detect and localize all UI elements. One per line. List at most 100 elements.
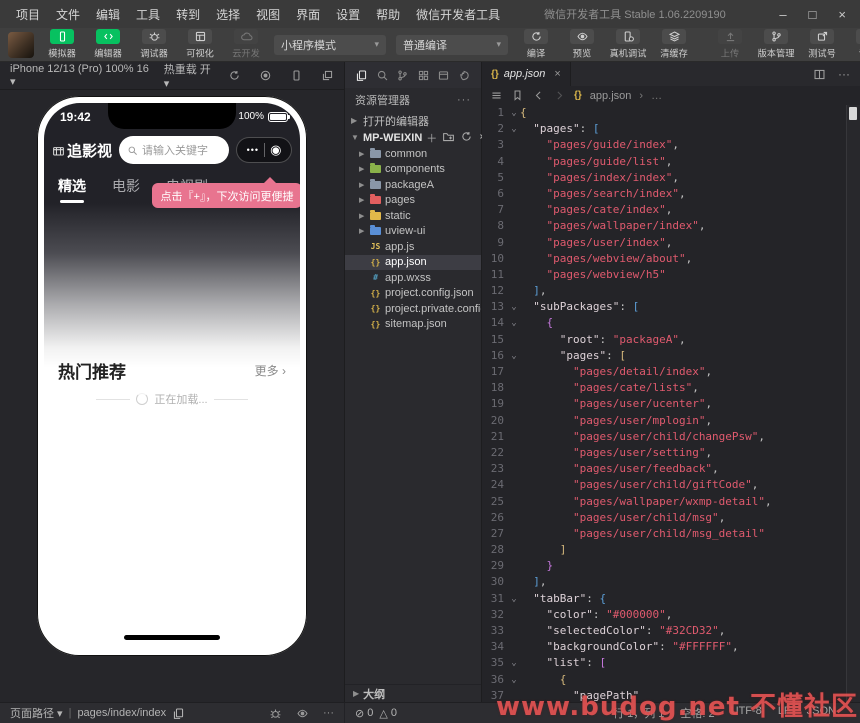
minimize-button[interactable]: – <box>779 7 786 22</box>
tree-item-sitemap.json[interactable]: {} sitemap.json <box>345 317 481 333</box>
tree-item-common[interactable]: ▶ common <box>345 146 481 162</box>
more-dots-icon[interactable]: ··· <box>323 707 334 720</box>
menu-9[interactable]: 设置 <box>328 6 368 23</box>
menu-7[interactable]: 视图 <box>248 6 288 23</box>
编译-button[interactable]: 编译 <box>518 29 554 60</box>
menu-6[interactable]: 选择 <box>208 6 248 23</box>
split-editor-icon[interactable] <box>813 68 826 81</box>
open-editors-section[interactable]: ▶ 打开的编辑器 <box>345 112 481 129</box>
copy-path-icon[interactable] <box>172 707 185 720</box>
search-input[interactable]: 请输入关键字 <box>119 136 230 164</box>
app-tab-2[interactable]: 电影 <box>112 176 140 196</box>
tree-item-app.json[interactable]: {} app.json <box>345 254 481 270</box>
tab-app-json[interactable]: {} app.json × <box>482 62 571 86</box>
more-actions-icon[interactable]: ··· <box>838 67 850 81</box>
fold-chevron-icon[interactable]: ⌄ <box>508 315 520 331</box>
hot-reload-toggle[interactable]: 热重载 开 ▾ <box>164 61 218 90</box>
rotate-icon[interactable] <box>228 69 241 82</box>
errors-badge[interactable]: ⊘ 0 <box>355 707 373 720</box>
minimap-slider[interactable] <box>849 107 857 120</box>
nav-forward-icon[interactable] <box>553 89 566 102</box>
breadcrumb-file[interactable]: app.json <box>590 90 632 102</box>
code-line-7: 7 "pages/cate/index", <box>482 202 860 218</box>
nav-back-icon[interactable] <box>532 89 545 102</box>
tree-item-uview-ui[interactable]: ▶ uview-ui <box>345 224 481 240</box>
tree-item-project.config.json[interactable]: {} project.config.json <box>345 286 481 302</box>
可视化-button[interactable]: 可视化 <box>182 29 218 60</box>
tree-item-app.js[interactable]: JS app.js <box>345 239 481 255</box>
menu-1[interactable]: 项目 <box>8 6 48 23</box>
eye-icon[interactable] <box>296 707 309 720</box>
preview-icon[interactable] <box>437 69 450 82</box>
fold-chevron-icon[interactable]: ⌄ <box>508 655 520 671</box>
调试器-button[interactable]: 调试器 <box>136 29 172 60</box>
multi-window-icon[interactable] <box>321 69 334 82</box>
tree-item-components[interactable]: ▶ components <box>345 162 481 178</box>
tree-item-label: common <box>385 147 428 160</box>
close-tab-icon[interactable]: × <box>554 68 560 80</box>
bug-icon[interactable] <box>269 707 282 720</box>
compile-select[interactable]: 普通编译 ▾ <box>396 34 508 55</box>
模拟器-button[interactable]: 模拟器 <box>44 29 80 60</box>
search-icon[interactable] <box>376 69 389 82</box>
outline-section[interactable]: ▶ 大纲 <box>345 684 481 702</box>
editor-menu-icon[interactable] <box>490 89 503 102</box>
详情-button[interactable]: 详情 <box>850 29 860 60</box>
tree-item-project.private.config.js[interactable]: {} project.private.config.js… <box>345 301 481 317</box>
capsule-menu[interactable]: ••• ◉ <box>236 137 292 163</box>
page-path-dropdown[interactable]: 页面路径 ▾ <box>10 705 63 721</box>
collab-hand-icon[interactable] <box>458 69 471 82</box>
tree-item-pages[interactable]: ▶ pages <box>345 193 481 209</box>
source-control-icon[interactable] <box>396 69 409 82</box>
more-dots-icon[interactable]: ••• <box>247 145 259 155</box>
close-button[interactable]: × <box>838 7 846 22</box>
new-folder-icon[interactable] <box>442 130 455 146</box>
explorer-more-icon[interactable]: ··· <box>457 94 471 106</box>
app-tab-1[interactable]: 精选 <box>58 176 86 203</box>
record-icon[interactable] <box>259 69 272 82</box>
refresh-icon[interactable] <box>460 130 473 146</box>
code-line-25: 25 "pages/wallpaper/wxmp-detail", <box>482 494 860 510</box>
code-editor[interactable]: 1 ⌄{2 ⌄ "pages": [3 "pages/guide/index", 4 … <box>482 105 860 702</box>
tree-item-app.wxss[interactable]: # app.wxss <box>345 270 481 286</box>
fold-gutter <box>508 332 520 348</box>
编辑器-button[interactable]: 编辑器 <box>90 29 126 60</box>
close-target-icon[interactable]: ◉ <box>270 142 281 158</box>
测试号-button[interactable]: 测试号 <box>804 29 840 60</box>
fold-gutter <box>508 413 520 429</box>
breadcrumb-more[interactable]: … <box>651 90 662 102</box>
fold-chevron-icon[interactable]: ⌄ <box>508 121 520 137</box>
fold-gutter <box>508 558 520 574</box>
files-icon[interactable] <box>355 69 368 82</box>
folder-icon <box>370 147 381 158</box>
清缓存-button[interactable]: 清缓存 <box>656 29 692 60</box>
menu-4[interactable]: 工具 <box>128 6 168 23</box>
预览-button[interactable]: 预览 <box>564 29 600 60</box>
menu-2[interactable]: 文件 <box>48 6 88 23</box>
more-link[interactable]: 更多 › <box>255 362 286 379</box>
avatar[interactable] <box>8 31 34 58</box>
menu-5[interactable]: 转到 <box>168 6 208 23</box>
minimap[interactable] <box>846 105 860 702</box>
真机调试-button[interactable]: 真机调试 <box>610 29 646 60</box>
bookmark-icon[interactable] <box>511 89 524 102</box>
menu-8[interactable]: 界面 <box>288 6 328 23</box>
fold-chevron-icon[interactable]: ⌄ <box>508 105 520 121</box>
tree-item-static[interactable]: ▶ static <box>345 208 481 224</box>
menu-11[interactable]: 微信开发者工具 <box>408 6 508 23</box>
fold-chevron-icon[interactable]: ⌄ <box>508 348 520 364</box>
mode-select[interactable]: 小程序模式 ▾ <box>274 34 386 55</box>
fold-chevron-icon[interactable]: ⌄ <box>508 591 520 607</box>
版本管理-button[interactable]: 版本管理 <box>758 29 794 60</box>
warnings-badge[interactable]: △ 0 <box>379 707 397 720</box>
maximize-button[interactable]: □ <box>809 7 817 22</box>
menu-10[interactable]: 帮助 <box>368 6 408 23</box>
menu-3[interactable]: 编辑 <box>88 6 128 23</box>
fold-chevron-icon[interactable]: ⌄ <box>508 299 520 315</box>
device-selector[interactable]: iPhone 12/13 (Pro) 100% 16 ▾ <box>10 63 154 88</box>
project-root[interactable]: ▼ MP-WEIXIN ＋ <box>345 129 490 146</box>
device-frame-icon[interactable] <box>290 69 303 82</box>
tree-item-packageA[interactable]: ▶ packageA <box>345 177 481 193</box>
new-file-icon[interactable]: ＋ <box>426 130 437 146</box>
extensions-icon[interactable] <box>417 69 430 82</box>
